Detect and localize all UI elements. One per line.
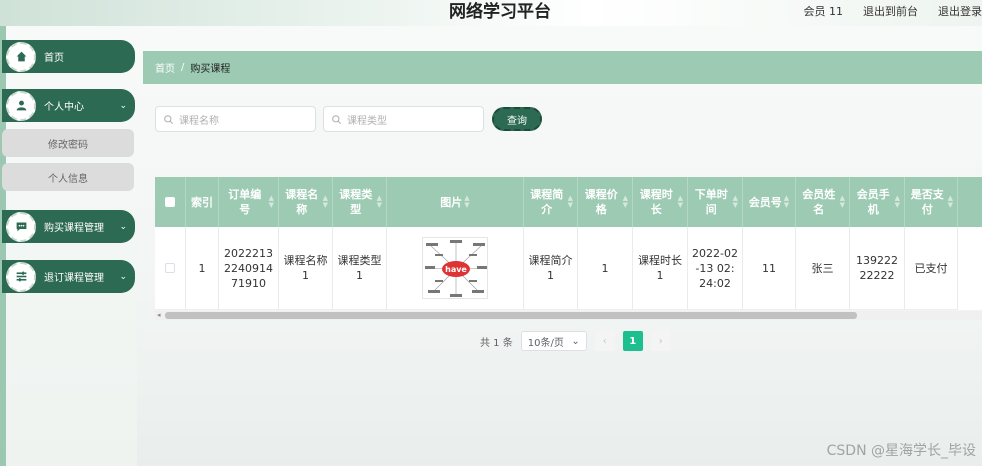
header-member-phone[interactable]: 会员手机 ▲ ▼ [850,177,905,227]
sidebar-sub-change-password[interactable]: 修改密码 [2,129,134,157]
cell-paid: 已支付 [905,227,958,310]
cell-order-no: 2022213224091471910 [219,227,279,310]
header-course-type[interactable]: 课程类型 ▲ ▼ [333,177,387,227]
cell-member-phone: 13922222222 [850,227,905,310]
cell-member-no: 11 [743,227,796,310]
home-icon [6,41,36,72]
header-course-name[interactable]: 课程名称 ▲ ▼ [279,177,333,227]
header-index[interactable]: 索引 [186,177,219,227]
course-type-placeholder: 课程类型 [347,115,387,127]
scroll-left-arrow-icon[interactable]: ◂ [157,311,161,320]
header-duration[interactable]: 课程时长 ▲ ▼ [633,177,688,227]
course-type-input[interactable]: 课程类型 [323,106,484,132]
next-page-button[interactable]: › [650,331,671,351]
chat-icon [6,211,36,242]
watermark: CSDN @星海学长_毕设 [826,443,976,459]
thumbnail-word: have [445,265,467,274]
course-name-placeholder: 课程名称 [179,115,219,127]
header-member-no[interactable]: 会员号 ▲ ▼ [743,177,796,227]
sidebar-item-label: 购买课程管理 [44,223,104,234]
cell-course-type: 课程类型1 [333,227,387,310]
search-icon [332,114,341,124]
header-member-name[interactable]: 会员姓名 ▲ ▼ [796,177,850,227]
header-price[interactable]: 课程价格 ▲ ▼ [578,177,633,227]
scrollbar-thumb[interactable] [165,312,857,319]
search-icon [164,114,173,124]
top-header: 网络学习平台 会员 11 退出到前台 退出登录 [0,0,982,26]
sidebar-item-label: 首页 [44,53,64,64]
breadcrumb-separator: / [181,62,185,73]
breadcrumb-current: 购买课程 [190,64,231,75]
sliders-icon [6,261,36,292]
chevron-down-icon: ⌄ [119,271,127,282]
page-size-value: 10条/页 [527,337,564,349]
cell-image[interactable]: have [387,227,524,310]
sidebar-item-personal-center[interactable]: 个人中心 ⌄ [2,89,135,122]
table-horizontal-scrollbar[interactable]: ◂ [155,311,982,320]
course-name-input[interactable]: 课程名称 [155,106,316,132]
cell-price: 1 [578,227,633,310]
logout-link[interactable]: 退出登录 [938,3,982,19]
sidebar-item-label: 个人中心 [44,102,84,113]
query-button[interactable]: 查询 [492,107,542,131]
main-content: 首页 / 购买课程 课程名称 课程类型 查询 索引 订单编号 ▲ ▼ 课程名称 ▲ ▼ … [137,26,982,466]
member-label[interactable]: 会员 11 [804,3,844,19]
sidebar-item-purchase-management[interactable]: 购买课程管理 ⌄ [2,210,135,243]
table-row[interactable]: 1 2022213224091471910 课程名称1 课程类型1 have 课… [155,227,982,310]
header-paid[interactable]: 是否支付 ▲ ▼ [905,177,958,227]
sidebar-sub-personal-info[interactable]: 个人信息 [2,163,134,191]
header-intro[interactable]: 课程简介 ▲ ▼ [524,177,578,227]
table-header: 索引 订单编号 ▲ ▼ 课程名称 ▲ ▼ 课程类型 ▲ ▼ 图片 ▲ ▼ 课程简介 ▲ ▼ 课程价格… [155,177,982,227]
header-order-time[interactable]: 下单时间 ▲ ▼ [688,177,743,227]
row-checkbox[interactable] [165,263,175,273]
header-image[interactable]: 图片 ▲ ▼ [387,177,524,227]
back-to-front-link[interactable]: 退出到前台 [863,3,918,19]
course-thumbnail[interactable]: have [422,237,488,299]
cell-index: 1 [186,227,219,310]
prev-page-button[interactable]: ‹ [594,331,615,351]
breadcrumb: 首页 / 购买课程 [143,51,982,84]
cell-member-name: 张三 [796,227,850,310]
sidebar-item-home[interactable]: 首页 [2,40,135,73]
sidebar-item-refund-management[interactable]: 退订课程管理 ⌄ [2,260,135,293]
user-icon [6,90,36,121]
row-select-cell[interactable] [155,227,186,310]
sidebar-item-label: 退订课程管理 [44,273,104,284]
header-order-no[interactable]: 订单编号 ▲ ▼ [219,177,279,227]
chevron-down-icon: ⌄ [119,100,127,111]
page-size-select[interactable]: 10条/页 ⌄ [520,331,587,351]
cell-duration: 课程时长1 [633,227,688,310]
cell-intro: 课程简介1 [524,227,578,310]
pagination-total: 共 1 条 [480,337,513,349]
cell-course-name: 课程名称1 [279,227,333,310]
top-links: 会员 11 退出到前台 退出登录 [804,3,982,19]
breadcrumb-home[interactable]: 首页 [155,60,175,75]
pagination: 共 1 条 10条/页 ⌄ ‹ 1 › [480,331,671,351]
select-all-checkbox[interactable] [165,197,175,207]
chevron-down-icon: ⌄ [119,221,127,232]
page-number-1[interactable]: 1 [622,331,643,351]
app-title: 网络学习平台 [449,2,551,22]
select-all-cell[interactable] [155,177,186,227]
chevron-down-icon: ⌄ [571,335,580,347]
cell-order-time: 2022-02-13 02:24:02 [688,227,743,310]
